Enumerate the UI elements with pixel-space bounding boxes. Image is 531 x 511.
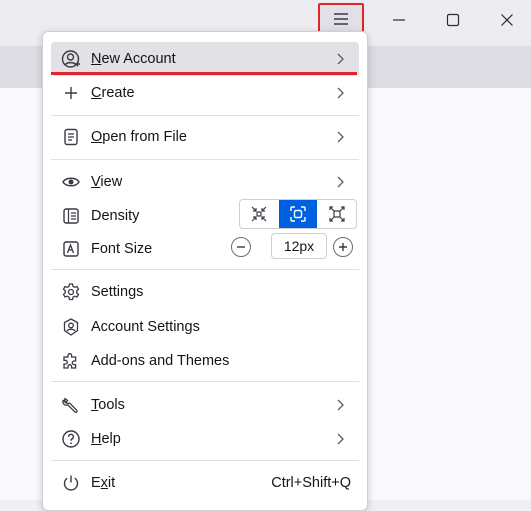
menu-separator (51, 269, 359, 270)
gear-icon (61, 282, 81, 302)
menu-item-label: Open from File (91, 129, 187, 145)
menu-item-account-settings[interactable]: Account Settings (51, 310, 359, 344)
menu-item-label: Tools (91, 397, 125, 413)
plus-icon (61, 83, 81, 103)
density-icon (61, 206, 81, 226)
density-normal-button[interactable] (278, 200, 318, 228)
menu-item-label: Account Settings (91, 319, 200, 335)
puzzle-icon (61, 351, 81, 371)
menu-item-open-from-file[interactable]: Open from File (51, 120, 359, 154)
menu-item-label: Settings (91, 284, 144, 300)
chevron-right-icon (337, 53, 344, 65)
menu-item-label: Create (91, 85, 135, 101)
hamburger-icon (334, 13, 348, 25)
menu-item-label: Density (91, 208, 140, 224)
menu-item-view[interactable]: View (51, 165, 359, 199)
power-icon (61, 473, 81, 493)
close-button[interactable] (484, 3, 530, 37)
menu-item-new-account[interactable]: New Account (51, 42, 359, 76)
menu-separator (51, 115, 359, 116)
maximize-icon (446, 13, 460, 27)
font-size-increase-button[interactable] (333, 237, 353, 257)
help-icon (61, 429, 81, 449)
menu-item-settings[interactable]: Settings (51, 275, 359, 309)
exit-shortcut: Ctrl+Shift+Q (271, 475, 351, 491)
font-size-decrease-button[interactable] (231, 237, 251, 257)
minus-icon (237, 246, 245, 248)
chevron-right-icon (337, 131, 344, 143)
density-compact-icon (251, 206, 267, 222)
plus-icon (339, 243, 347, 251)
menu-item-label: View (91, 174, 123, 190)
menu-separator (51, 159, 359, 160)
menu-item-create[interactable]: Create (51, 76, 359, 110)
chevron-right-icon (337, 399, 344, 411)
menu-separator (51, 381, 359, 382)
minimize-icon (393, 19, 405, 21)
maximize-button[interactable] (430, 3, 476, 37)
menu-separator (51, 460, 359, 461)
density-compact-button[interactable] (240, 200, 279, 228)
app-menu-panel: New Account Create Open from File View D… (42, 31, 368, 511)
menu-item-exit[interactable]: Exit Ctrl+Shift+Q (51, 466, 359, 500)
density-relaxed-button[interactable] (317, 200, 356, 228)
menu-item-font-size: Font Size 12px (51, 232, 359, 266)
menu-item-addons-themes[interactable]: Add-ons and Themes (51, 344, 359, 378)
menu-item-density: Density (51, 199, 359, 233)
density-normal-icon (290, 206, 306, 222)
menu-item-help[interactable]: Help (51, 422, 359, 456)
density-relaxed-icon (329, 206, 345, 222)
menu-item-label: New Account (91, 51, 176, 67)
chevron-right-icon (337, 87, 344, 99)
file-icon (61, 127, 81, 147)
close-icon (501, 14, 513, 26)
font-size-icon (61, 239, 81, 259)
menu-item-label: Font Size (91, 241, 153, 257)
eye-icon (61, 172, 81, 192)
font-size-value: 12px (271, 233, 327, 259)
menu-item-label: Exit (91, 475, 116, 491)
menu-item-tools[interactable]: Tools (51, 388, 359, 422)
highlight-underline (51, 72, 357, 75)
wrench-icon (61, 395, 81, 415)
menu-item-label: Help (91, 431, 121, 447)
minimize-button[interactable] (376, 3, 422, 37)
chevron-right-icon (337, 176, 344, 188)
account-settings-icon (61, 317, 81, 337)
density-selector (239, 199, 357, 229)
menu-item-label: Add-ons and Themes (91, 353, 230, 369)
chevron-right-icon (337, 433, 344, 445)
new-account-icon (61, 49, 81, 69)
